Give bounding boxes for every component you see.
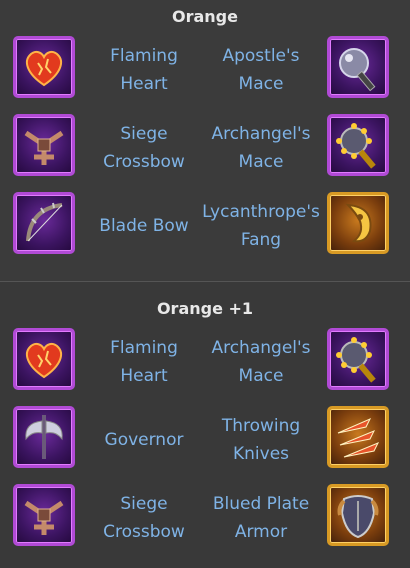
siege-crossbow-icon[interactable] [13, 114, 75, 176]
item-row: Blade Bow Lycanthrope's Fang [0, 192, 410, 262]
flaming-heart-icon[interactable] [13, 328, 75, 390]
item-name: Apostle's Mace [222, 46, 300, 94]
apostles-mace-icon[interactable] [327, 36, 389, 98]
item-name: Archangel's Mace [211, 124, 311, 172]
section-orange: Orange Flaming Heart Apostle's Mace Siege C… [0, 0, 410, 281]
item-name: Archangel's Mace [211, 338, 311, 386]
item-name: Blued Plate Armor [212, 494, 310, 542]
item-name: Governor [104, 430, 184, 450]
item-name: Siege Crossbow [103, 494, 185, 542]
item-row: Siege Crossbow Blued Plate Armor [0, 484, 410, 554]
item-row: Governor Throwing Knives [0, 406, 410, 476]
flaming-heart-icon[interactable] [13, 36, 75, 98]
lycanthropes-fang-icon[interactable] [327, 192, 389, 254]
item-name: Lycanthrope's Fang [202, 202, 320, 250]
archangels-mace-icon[interactable] [327, 114, 389, 176]
blued-plate-armor-icon[interactable] [327, 484, 389, 546]
item-name: Blade Bow [99, 216, 189, 236]
throwing-knives-icon[interactable] [327, 406, 389, 468]
item-row: Siege Crossbow Archangel's Mace [0, 114, 410, 184]
item-row: Flaming Heart Archangel's Mace [0, 328, 410, 398]
blade-bow-icon[interactable] [13, 192, 75, 254]
item-row: Flaming Heart Apostle's Mace [0, 36, 410, 106]
item-name: Throwing Knives [221, 416, 301, 464]
item-name: Flaming Heart [110, 46, 178, 94]
section-title: Orange [172, 7, 238, 26]
item-name: Siege Crossbow [103, 124, 185, 172]
section-orange-plus-1: Orange +1 Flaming Heart Archangel's Mace G… [0, 281, 410, 568]
section-title: Orange +1 [156, 299, 254, 318]
archangels-mace-icon[interactable] [327, 328, 389, 390]
governor-icon[interactable] [13, 406, 75, 468]
item-name: Flaming Heart [110, 338, 178, 386]
siege-crossbow-icon[interactable] [13, 484, 75, 546]
